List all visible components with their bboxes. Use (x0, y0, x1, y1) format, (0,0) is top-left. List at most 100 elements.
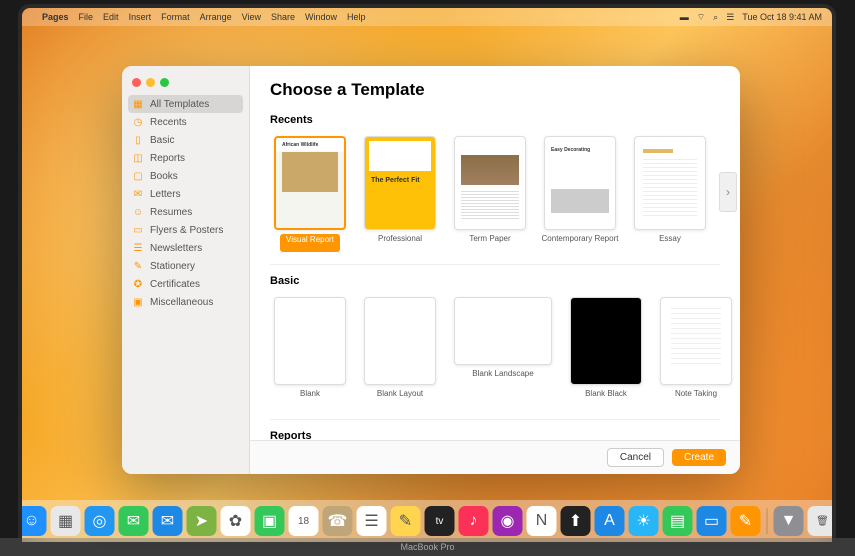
template-label: Term Paper (469, 234, 510, 252)
menu-format[interactable]: Format (161, 12, 190, 22)
clock[interactable]: Tue Oct 18 9:41 AM (742, 12, 822, 22)
sidebar-item-books[interactable]: ▢Books (122, 167, 249, 185)
search-icon[interactable]: ⌕ (713, 12, 718, 23)
battery-icon[interactable]: ▬ (680, 12, 689, 22)
dock-music-icon[interactable]: ♪ (459, 506, 489, 536)
template-visual-report[interactable]: Visual Report (270, 136, 350, 252)
template-label: Note Taking (675, 389, 717, 407)
template-thumbnail (660, 297, 732, 385)
template-professional[interactable]: The Perfect Fit Professional (360, 136, 440, 252)
template-blank-black[interactable]: Blank Black (566, 297, 646, 407)
content-area: Choose a Template Recents Visual ReportT… (250, 66, 740, 474)
sidebar-item-miscellaneous[interactable]: ▣ Miscellaneous (122, 293, 249, 311)
menu-view[interactable]: View (242, 12, 261, 22)
template-term-paper[interactable]: Term Paper (450, 136, 530, 252)
menu-help[interactable]: Help (347, 12, 366, 22)
dock-keynote-icon[interactable]: ▭ (697, 506, 727, 536)
template-blank-layout[interactable]: Blank Layout (360, 297, 440, 407)
template-thumbnail (274, 297, 346, 385)
menu-edit[interactable]: Edit (103, 12, 119, 22)
dock-mail-icon[interactable]: ✉ (153, 506, 183, 536)
sidebar-item-label: Newsletters (150, 243, 202, 254)
template-thumbnail: The Perfect Fit (364, 136, 436, 230)
sidebar-item-resumes[interactable]: ☺Resumes (122, 203, 249, 221)
template-essay[interactable]: Essay (630, 136, 710, 252)
sidebar-item-reports[interactable]: ◫Reports (122, 149, 249, 167)
dock-weather-icon[interactable]: ☀ (629, 506, 659, 536)
dock-downloads-icon[interactable]: ▼ (774, 506, 804, 536)
template-scroll[interactable]: Recents Visual ReportThe Perfect FitProf… (250, 108, 740, 440)
menu-insert[interactable]: Insert (129, 12, 152, 22)
sidebar-item-label: Stationery (150, 261, 195, 272)
dock-finder-icon[interactable]: ☺ (22, 506, 47, 536)
template-label: Essay (659, 234, 681, 252)
dock-trash-icon[interactable]: 🗑 (808, 506, 833, 536)
sidebar-item-newsletters[interactable]: ☰ Newsletters (122, 239, 249, 257)
sidebar-item-label: Certificates (150, 279, 200, 290)
dock-calendar-icon[interactable]: 18 (289, 506, 319, 536)
dock-maps-icon[interactable]: ➤ (187, 506, 217, 536)
template-thumbnail (454, 297, 552, 365)
template-note-taking[interactable]: Note Taking (656, 297, 736, 407)
footer: Cancel Create (250, 440, 740, 474)
dock-photos-icon[interactable]: ✿ (221, 506, 251, 536)
menu-arrange[interactable]: Arrange (200, 12, 232, 22)
template-thumbnail (274, 136, 346, 230)
template-label: Blank Layout (377, 389, 423, 407)
app-menu[interactable]: Pages (42, 12, 69, 22)
sidebar-item-label: Miscellaneous (150, 297, 213, 308)
menu-file[interactable]: File (79, 12, 94, 22)
sidebar-item-recents[interactable]: ◷Recents (122, 113, 249, 131)
section-basic-title: Basic (270, 269, 740, 293)
person-icon: ☺ (132, 206, 144, 218)
dock-tv-icon[interactable]: tv (425, 506, 455, 536)
create-button[interactable]: Create (672, 449, 726, 466)
sidebar-item-basic[interactable]: ▯Basic (122, 131, 249, 149)
menu-share[interactable]: Share (271, 12, 295, 22)
dock-messages-icon[interactable]: ✉ (119, 506, 149, 536)
scroll-right-button[interactable]: › (719, 172, 737, 212)
dock-podcasts-icon[interactable]: ◉ (493, 506, 523, 536)
template-blank-landscape[interactable]: Blank Landscape (450, 297, 556, 407)
page-title: Choose a Template (250, 66, 740, 108)
wifi-icon[interactable]: ⌔ (697, 12, 705, 23)
sidebar-item-all-templates[interactable]: ▦All Templates (128, 95, 243, 113)
sidebar-item-stationery[interactable]: ✎ Stationery (122, 257, 249, 275)
dock-notes-icon[interactable]: ✎ (391, 506, 421, 536)
sidebar-item-label: Basic (150, 135, 174, 146)
sidebar-item-letters[interactable]: ✉Letters (122, 185, 249, 203)
sidebar-item-flyers-posters[interactable]: ▭Flyers & Posters (122, 221, 249, 239)
pen-icon: ✎ (132, 260, 144, 272)
maximize-button[interactable] (160, 78, 169, 87)
template-contemporary-report[interactable]: Contemporary Report (540, 136, 620, 252)
minimize-button[interactable] (146, 78, 155, 87)
dock-stocks-icon[interactable]: ⬆ (561, 506, 591, 536)
chart-icon: ◫ (132, 152, 144, 164)
control-center-icon[interactable]: ☰ (726, 12, 734, 23)
dock-appstore-icon[interactable]: A (595, 506, 625, 536)
sidebar-item-certificates[interactable]: ✪Certificates (122, 275, 249, 293)
template-label: Professional (378, 234, 422, 252)
sidebar-item-label: Recents (150, 117, 187, 128)
divider (270, 264, 720, 265)
dock-launchpad-icon[interactable]: ▦ (51, 506, 81, 536)
template-thumbnail (544, 136, 616, 230)
folder-icon: ▣ (132, 296, 144, 308)
news-icon: ☰ (132, 242, 144, 254)
template-blank[interactable]: Blank (270, 297, 350, 407)
dock-facetime-icon[interactable]: ▣ (255, 506, 285, 536)
dock-contacts-icon[interactable]: ☎ (323, 506, 353, 536)
dock-numbers-icon[interactable]: ▤ (663, 506, 693, 536)
dock-safari-icon[interactable]: ◎ (85, 506, 115, 536)
template-label: Blank (300, 389, 320, 407)
menubar: Pages File Edit Insert Format Arrange Vi… (22, 8, 832, 26)
dock-reminders-icon[interactable]: ☰ (357, 506, 387, 536)
grid-icon: ▦ (132, 98, 144, 110)
template-label: Contemporary Report (542, 234, 619, 252)
close-button[interactable] (132, 78, 141, 87)
dock-pages-icon[interactable]: ✎ (731, 506, 761, 536)
template-thumbnail (570, 297, 642, 385)
dock-news-icon[interactable]: N (527, 506, 557, 536)
menu-window[interactable]: Window (305, 12, 337, 22)
cancel-button[interactable]: Cancel (607, 448, 664, 467)
